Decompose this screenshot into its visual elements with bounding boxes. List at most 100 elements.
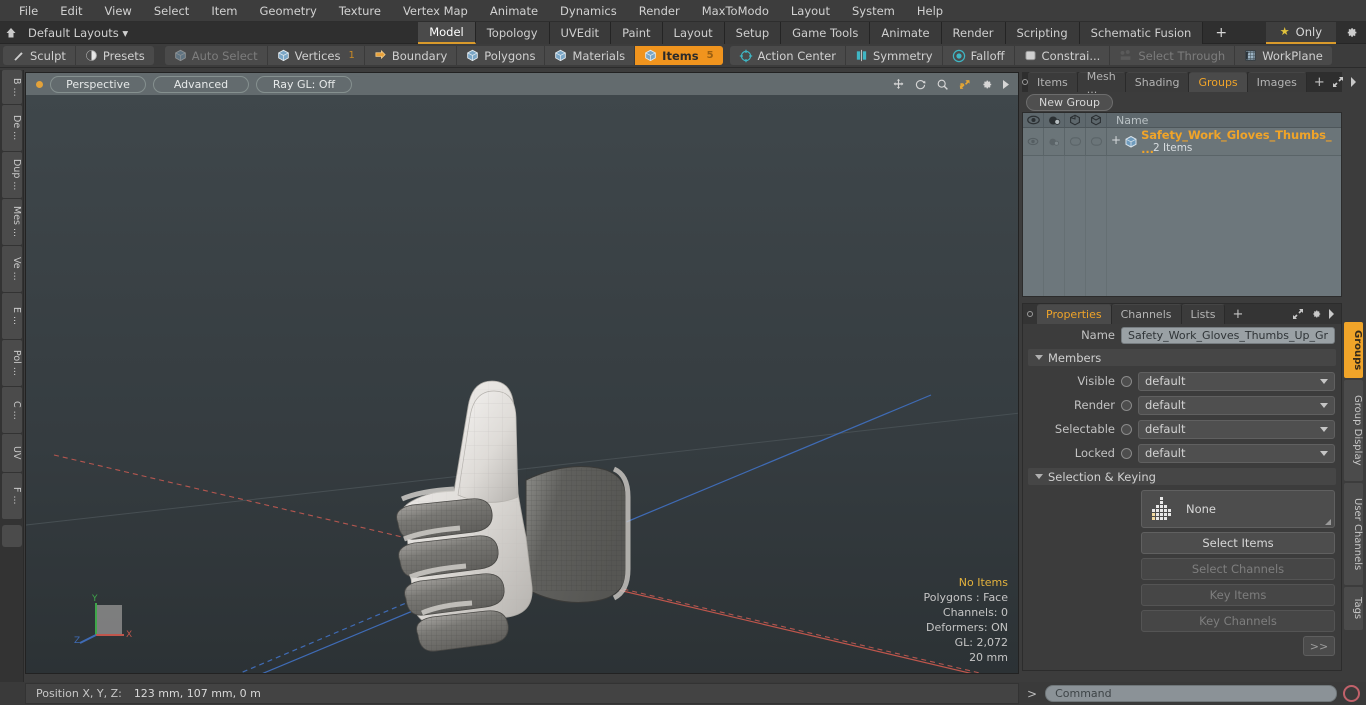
right-tool-tab-tags[interactable]: Tags <box>1344 587 1363 630</box>
selection-set-none-button[interactable]: None <box>1141 490 1335 528</box>
left-tool-extra-button[interactable] <box>2 525 22 547</box>
menu-item-select[interactable]: Select <box>143 2 200 20</box>
tab-images[interactable]: Images <box>1247 72 1307 92</box>
layout-tab-game-tools[interactable]: Game Tools <box>781 21 871 44</box>
tab-groups[interactable]: Groups <box>1189 72 1248 92</box>
layout-tab-topology[interactable]: Topology <box>475 21 550 44</box>
menu-item-geometry[interactable]: Geometry <box>249 2 328 20</box>
menu-item-animate[interactable]: Animate <box>479 2 549 20</box>
record-icon[interactable] <box>1343 685 1360 702</box>
left-tool-tab-7[interactable]: C ... <box>2 387 22 433</box>
left-tool-tab-5[interactable]: E ... <box>2 293 22 339</box>
left-tool-tab-1[interactable]: De ... <box>2 105 22 151</box>
menu-item-item[interactable]: Item <box>200 2 248 20</box>
mode-button-falloff[interactable]: Falloff <box>943 46 1015 65</box>
left-tool-tab-2[interactable]: Dup ... <box>2 152 22 198</box>
menu-item-maxtomodo[interactable]: MaxToModo <box>691 2 780 20</box>
expand-icon[interactable] <box>1332 76 1344 88</box>
properties-menu-dot-icon[interactable] <box>1023 304 1037 324</box>
play-arrow-icon[interactable] <box>1350 77 1357 87</box>
members-section-header[interactable]: Members <box>1028 349 1336 366</box>
expand-row-icon[interactable]: + <box>1111 133 1121 150</box>
member-toggle-icon[interactable] <box>1121 375 1132 387</box>
menu-item-edit[interactable]: Edit <box>49 2 93 20</box>
only-toggle[interactable]: ★ Only <box>1265 21 1336 44</box>
viewport-3d-canvas[interactable]: Y X Z No Items Polygons : Face Channels:… <box>26 95 1018 673</box>
add-properties-tab-button[interactable]: + <box>1225 304 1250 324</box>
layout-tab-scripting[interactable]: Scripting <box>1005 21 1080 44</box>
mode-button-vertices[interactable]: Vertices 1 <box>268 46 365 65</box>
tab-mesh[interactable]: Mesh ... <box>1077 70 1126 96</box>
expand-icon[interactable] <box>1292 308 1304 320</box>
viewport-projection-dropdown[interactable]: Perspective <box>50 75 146 93</box>
play-arrow-icon[interactable] <box>1328 309 1335 319</box>
right-tool-tab-user-channels[interactable]: User Channels <box>1344 483 1363 586</box>
member-dropdown-selectable[interactable]: default <box>1138 419 1335 439</box>
row-shade-toggle-2[interactable] <box>1086 128 1107 155</box>
viewport-menu-dot-icon[interactable] <box>36 80 43 88</box>
mode-button-select-through[interactable]: Select Through <box>1110 46 1236 65</box>
tab-items[interactable]: Items <box>1028 72 1078 92</box>
row-shade-toggle-1[interactable] <box>1065 128 1086 155</box>
layout-tab-setup[interactable]: Setup <box>724 21 782 44</box>
left-tool-tab-6[interactable]: Pol ... <box>2 340 22 386</box>
mode-button-auto-select[interactable]: Auto Select <box>165 46 268 65</box>
row-main[interactable]: + Safety_Work_Gloves_Thumbs_ ... 2 Items <box>1107 128 1341 156</box>
selection-keying-section-header[interactable]: Selection & Keying <box>1028 468 1336 485</box>
left-tool-tab-4[interactable]: Ve ... <box>2 246 22 292</box>
layout-tab-schematic-fusion[interactable]: Schematic Fusion <box>1079 21 1204 44</box>
member-toggle-icon[interactable] <box>1121 399 1132 411</box>
name-field[interactable]: Safety_Work_Gloves_Thumbs_Up_Gr <box>1121 326 1335 344</box>
tab-lists[interactable]: Lists <box>1181 304 1226 324</box>
menu-item-dynamics[interactable]: Dynamics <box>549 2 628 20</box>
menu-item-file[interactable]: File <box>8 2 49 20</box>
menu-item-help[interactable]: Help <box>906 2 954 20</box>
member-toggle-icon[interactable] <box>1121 423 1132 435</box>
left-tool-tab-3[interactable]: Mes ... <box>2 199 22 245</box>
gear-icon[interactable] <box>980 78 993 91</box>
row-visible-toggle[interactable] <box>1023 128 1044 155</box>
layout-tab-paint[interactable]: Paint <box>611 21 663 44</box>
mode-button-items[interactable]: Items 5 <box>635 46 723 65</box>
right-tool-tab-group-display[interactable]: Group Display <box>1344 379 1363 482</box>
magnify-icon[interactable] <box>936 78 949 91</box>
right-tool-tab-groups[interactable]: Groups <box>1344 322 1363 378</box>
default-layouts-dropdown[interactable]: Default Layouts ▾ <box>22 26 138 40</box>
select-items-button[interactable]: Select Items <box>1141 532 1335 554</box>
mode-button-presets[interactable]: Presets <box>76 46 154 65</box>
mode-button-boundary[interactable]: Boundary <box>365 46 458 65</box>
viewport-raygl-dropdown[interactable]: Ray GL: Off <box>256 75 352 93</box>
mode-button-symmetry[interactable]: Symmetry <box>846 46 943 65</box>
left-tool-tab-0[interactable]: B ... <box>2 70 22 104</box>
new-group-button[interactable]: New Group <box>1026 93 1113 111</box>
mode-button-action-center[interactable]: Action Center <box>730 46 846 65</box>
home-icon[interactable] <box>0 27 22 39</box>
gear-icon[interactable] <box>1310 308 1322 320</box>
command-input[interactable]: Command <box>1045 685 1337 702</box>
layout-tab-render[interactable]: Render <box>941 21 1006 44</box>
tab-properties[interactable]: Properties <box>1037 304 1112 324</box>
rotate-icon[interactable] <box>914 78 927 91</box>
menu-item-view[interactable]: View <box>94 2 143 20</box>
member-dropdown-render[interactable]: default <box>1138 395 1335 415</box>
left-tool-tab-8[interactable]: UV <box>2 434 22 472</box>
layout-tab-layout[interactable]: Layout <box>662 21 725 44</box>
menu-item-vertex-map[interactable]: Vertex Map <box>392 2 479 20</box>
table-row[interactable]: + Safety_Work_Gloves_Thumbs_ ... 2 Items <box>1023 128 1341 156</box>
row-render-toggle[interactable] <box>1044 128 1065 155</box>
fit-icon[interactable] <box>958 78 971 91</box>
left-tool-tab-9[interactable]: F ... <box>2 473 22 519</box>
mode-button-polygons[interactable]: Polygons <box>457 46 546 65</box>
menu-item-layout[interactable]: Layout <box>780 2 841 20</box>
layout-tab-uvedit[interactable]: UVEdit <box>549 21 612 44</box>
menu-item-system[interactable]: System <box>841 2 906 20</box>
play-arrow-icon[interactable] <box>1002 79 1010 90</box>
menu-item-texture[interactable]: Texture <box>328 2 392 20</box>
menu-item-render[interactable]: Render <box>628 2 691 20</box>
more-options-button[interactable]: >> <box>1303 636 1335 656</box>
layout-tab-model[interactable]: Model <box>418 21 476 44</box>
member-toggle-icon[interactable] <box>1121 447 1132 459</box>
member-dropdown-locked[interactable]: default <box>1138 443 1335 463</box>
mode-button-sculpt[interactable]: Sculpt <box>3 46 76 65</box>
mode-button-materials[interactable]: Materials <box>545 46 636 65</box>
